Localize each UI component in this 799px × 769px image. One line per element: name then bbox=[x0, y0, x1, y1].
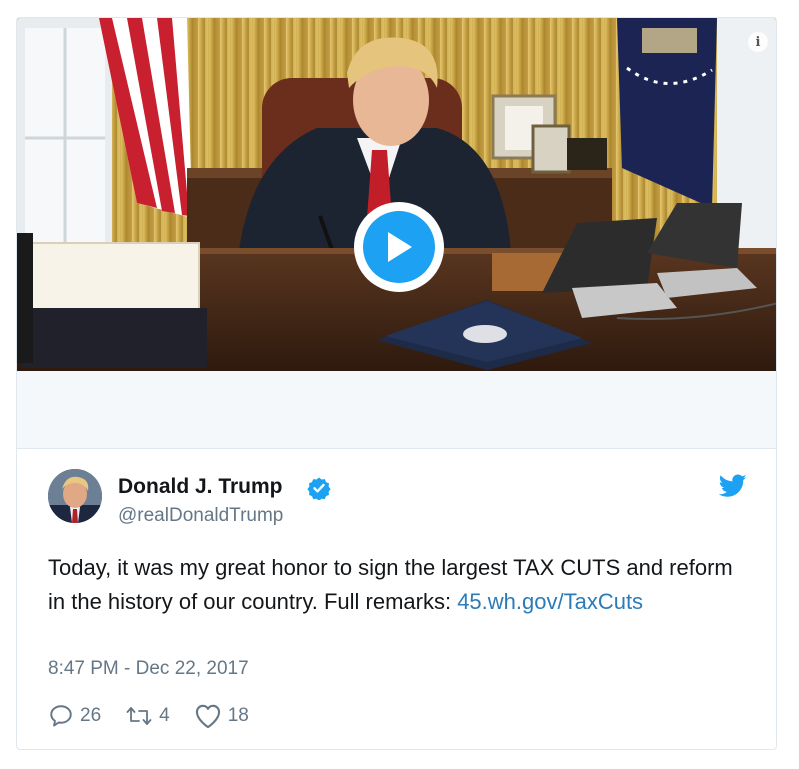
heart-icon bbox=[195, 704, 220, 729]
reply-button[interactable]: 26 bbox=[48, 703, 101, 729]
play-button[interactable] bbox=[354, 202, 444, 292]
tweet-link[interactable]: 45.wh.gov/TaxCuts bbox=[457, 589, 643, 614]
retweet-count: 4 bbox=[159, 705, 170, 726]
twitter-bird-icon[interactable] bbox=[719, 474, 747, 498]
author-handle[interactable]: @realDonaldTrump bbox=[118, 505, 283, 527]
reply-icon bbox=[50, 705, 72, 727]
reply-count: 26 bbox=[80, 705, 102, 726]
video-player[interactable]: i bbox=[17, 18, 776, 371]
tweet-timestamp[interactable]: 8:47 PM - Dec 22, 2017 bbox=[48, 658, 249, 680]
retweet-button[interactable]: 4 bbox=[125, 703, 170, 729]
video-thumbnail bbox=[17, 18, 776, 371]
like-count: 18 bbox=[227, 705, 249, 726]
play-icon bbox=[363, 211, 435, 283]
like-button[interactable]: 18 bbox=[194, 703, 249, 729]
verified-badge-icon bbox=[307, 477, 331, 500]
tweet-text: Today, it was my great honor to sign the… bbox=[48, 551, 748, 619]
avatar[interactable] bbox=[48, 469, 102, 523]
author-name[interactable]: Donald J. Trump bbox=[118, 475, 283, 499]
embedded-tweet-card: i Donald J. Trump @realDonaldTrump Today… bbox=[16, 17, 777, 750]
tweet-actions: 26 4 18 bbox=[48, 701, 273, 731]
info-icon[interactable]: i bbox=[748, 32, 768, 52]
media-caption-area bbox=[17, 371, 776, 449]
tweet-body: Donald J. Trump @realDonaldTrump Today, … bbox=[17, 449, 776, 749]
retweet-icon bbox=[126, 707, 152, 725]
